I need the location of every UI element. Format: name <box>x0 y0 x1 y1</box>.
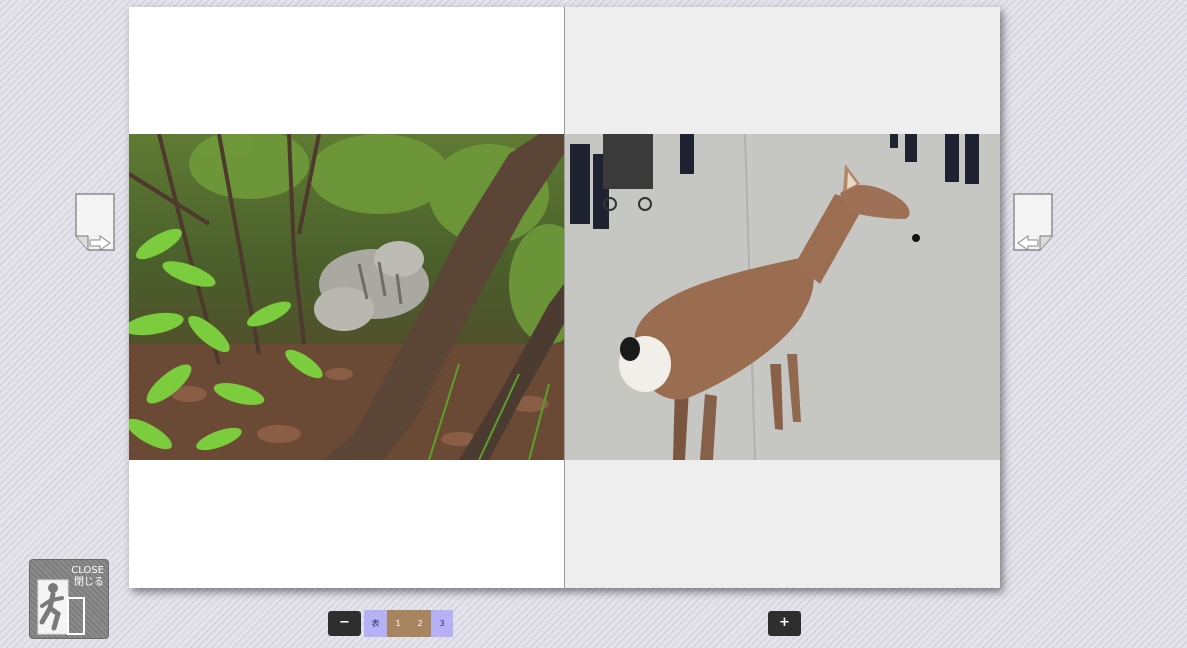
page-nav-page-1[interactable]: 1 <box>387 610 409 637</box>
cat-in-bushes-photo <box>129 134 564 460</box>
page-turn-left-icon <box>75 193 115 251</box>
page-nav-cover[interactable]: 表 <box>364 610 387 637</box>
exit-icon <box>37 579 85 635</box>
page-nav-page-3[interactable]: 3 <box>431 610 453 637</box>
close-label-en: CLOSE <box>71 565 104 576</box>
zoom-out-button[interactable]: − <box>328 611 361 636</box>
page-nav-current-spread[interactable]: 1 2 <box>387 610 431 637</box>
page-nav-page-2[interactable]: 2 <box>409 610 431 637</box>
page-navigation: 表 1 2 3 <box>364 610 453 637</box>
page-2 <box>565 7 1000 588</box>
close-button[interactable]: CLOSE 閉じる <box>29 559 109 639</box>
page-turn-right-icon <box>1013 193 1053 251</box>
next-page-button[interactable] <box>1012 192 1054 252</box>
zoom-in-button[interactable]: + <box>768 611 801 636</box>
page-1 <box>129 7 564 588</box>
deer-on-path-photo <box>565 134 1000 460</box>
book-spread <box>129 7 1000 588</box>
previous-page-button[interactable] <box>74 192 116 252</box>
